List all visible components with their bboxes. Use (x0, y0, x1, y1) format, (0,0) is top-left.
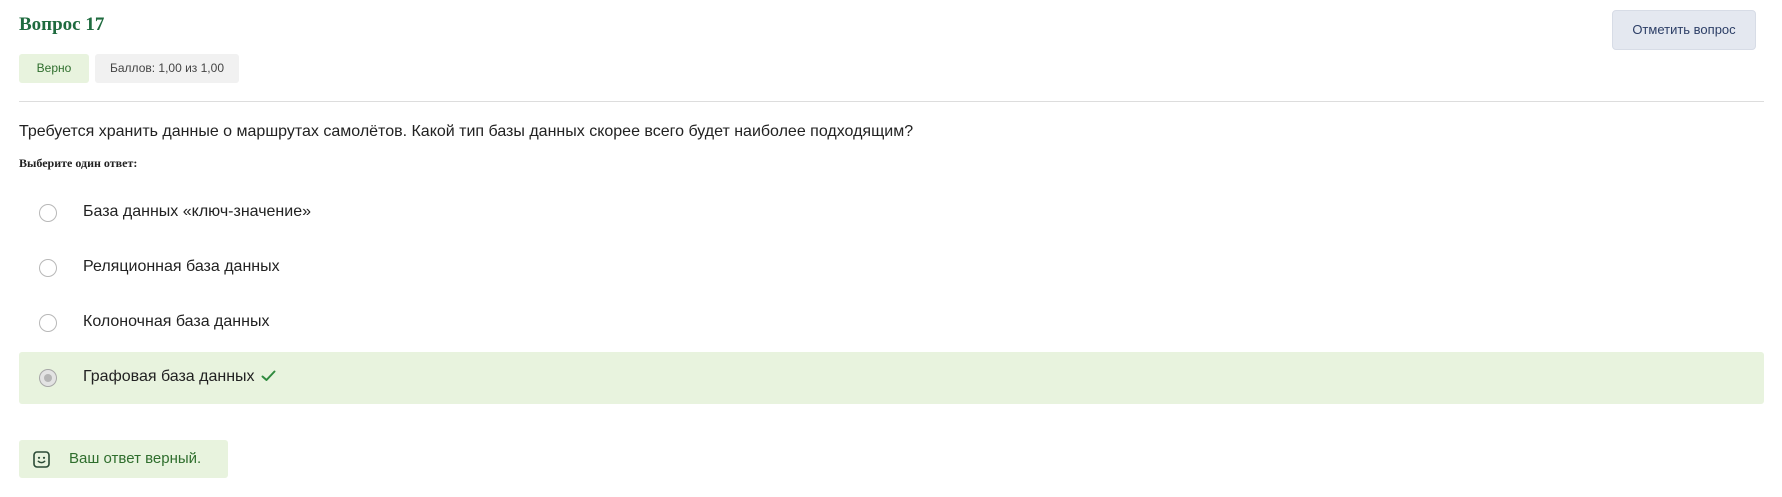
question-text: Требуется хранить данные о маршрутах сам… (19, 123, 914, 140)
radio-button[interactable] (39, 314, 57, 332)
answer-option-label: Графовая база данных (83, 368, 255, 385)
answer-option-label: Реляционная база данных (83, 258, 280, 275)
answer-option-label: Колоночная база данных (83, 313, 270, 330)
question-title: Вопрос 17 (19, 14, 105, 35)
divider (19, 101, 1764, 102)
answer-prompt: Выберите один ответ: (19, 156, 138, 170)
answer-option-columnar[interactable]: Колоночная база данных (19, 297, 1764, 349)
feedback-text: Ваш ответ верный. (69, 450, 202, 467)
feedback-box: Ваш ответ верный. (19, 440, 228, 478)
radio-button[interactable] (39, 259, 57, 277)
answer-option-graph[interactable]: Графовая база данных (19, 352, 1764, 404)
score-badge: Баллов: 1,00 из 1,00 (95, 54, 239, 83)
answer-option-relational[interactable]: Реляционная база данных (19, 242, 1764, 294)
smile-icon (33, 451, 50, 468)
radio-button-selected[interactable] (39, 369, 57, 387)
answer-option-label-wrap: Графовая база данных (83, 368, 276, 387)
radio-button[interactable] (39, 204, 57, 222)
answer-option-label: База данных «ключ-значение» (83, 203, 311, 220)
check-icon (261, 369, 276, 387)
status-badge: Верно (19, 54, 89, 83)
flag-question-button[interactable]: Отметить вопрос (1612, 10, 1756, 50)
answer-option-key-value[interactable]: База данных «ключ-значение» (19, 187, 1764, 239)
